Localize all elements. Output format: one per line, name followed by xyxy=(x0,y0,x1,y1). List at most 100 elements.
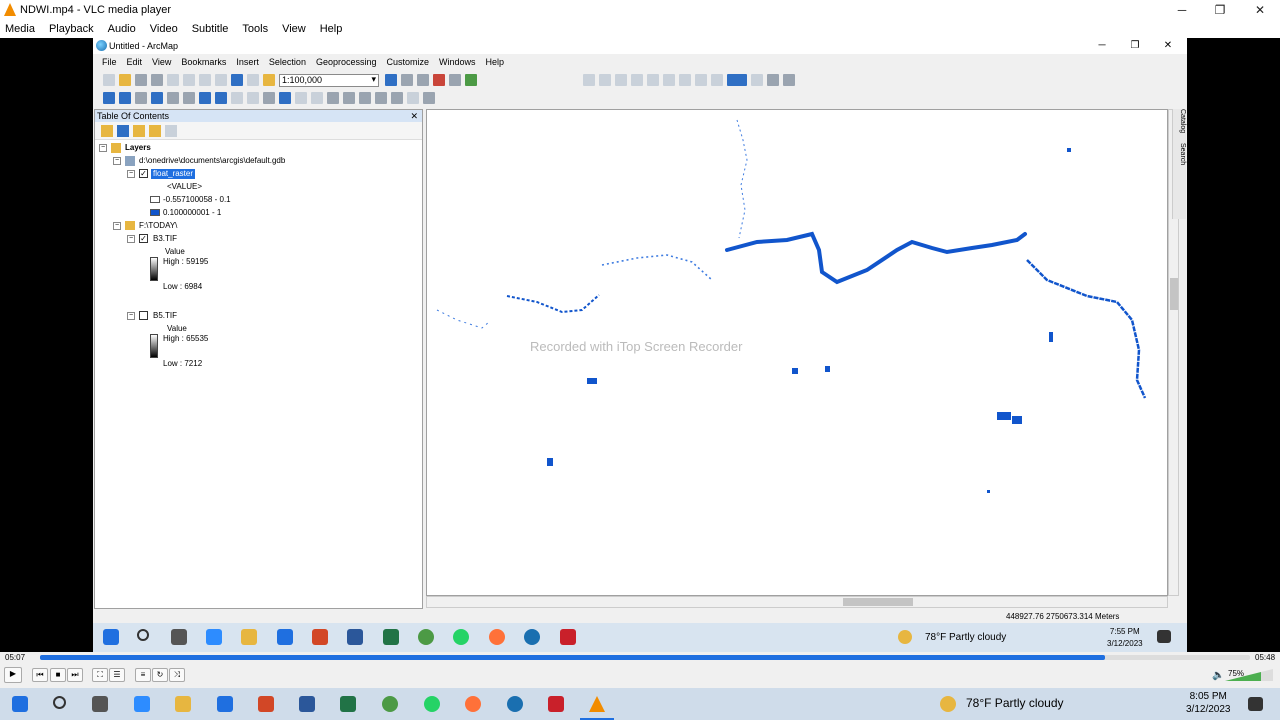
fixed-zoom-out-icon[interactable] xyxy=(183,92,195,104)
arc-menu-edit[interactable]: Edit xyxy=(127,57,143,67)
fullscreen-button[interactable]: ⛶ xyxy=(92,668,108,682)
os-chrome-icon[interactable] xyxy=(382,696,398,712)
search-tab[interactable]: Search xyxy=(1179,143,1186,165)
save-icon[interactable] xyxy=(135,74,147,86)
chrome-icon[interactable] xyxy=(418,629,434,645)
full-extent-icon[interactable] xyxy=(151,92,163,104)
map-canvas[interactable]: Recorded with iTop Screen Recorder xyxy=(426,109,1168,596)
playlist-button[interactable]: ≡ xyxy=(135,668,151,682)
float-raster-checkbox[interactable]: ✓ xyxy=(139,169,148,178)
layout-back-icon[interactable] xyxy=(695,74,707,86)
os-recorder-icon[interactable] xyxy=(548,696,564,712)
find-icon[interactable] xyxy=(343,92,355,104)
menu-subtitle[interactable]: Subtitle xyxy=(192,23,229,35)
tool2-icon[interactable] xyxy=(783,74,795,86)
list-by-drawing-order-icon[interactable] xyxy=(101,124,113,137)
os-clock[interactable]: 8:05 PM 3/12/2023 xyxy=(1186,690,1231,716)
inner-weather-text[interactable]: 78°F Partly cloudy xyxy=(925,632,1006,643)
menu-view[interactable]: View xyxy=(282,23,306,35)
fixed-zoom-in-icon[interactable] xyxy=(167,92,179,104)
hyperlink-icon[interactable] xyxy=(295,92,307,104)
shuffle-button[interactable]: ⤨ xyxy=(169,668,185,682)
b5-layer[interactable]: B5.TIF xyxy=(153,311,177,321)
list-by-source-icon[interactable] xyxy=(117,124,129,137)
gdb-path[interactable]: d:\onedrive\documents\arcgis\default.gdb xyxy=(139,156,285,166)
menu-video[interactable]: Video xyxy=(150,23,178,35)
toc-close-icon[interactable]: ✕ xyxy=(410,110,418,122)
arc-menu-geoprocessing[interactable]: Geoprocessing xyxy=(316,57,377,67)
horizontal-scroll-thumb[interactable] xyxy=(843,598,913,606)
arc-menu-windows[interactable]: Windows xyxy=(439,57,476,67)
notifications-icon[interactable] xyxy=(1157,630,1171,643)
class2-swatch[interactable] xyxy=(150,209,160,216)
search-icon[interactable] xyxy=(137,629,149,641)
minimize-button[interactable]: ─ xyxy=(1162,0,1202,20)
arc-menu-bookmarks[interactable]: Bookmarks xyxy=(181,57,226,67)
python-icon[interactable] xyxy=(449,74,461,86)
maximize-button[interactable]: ❐ xyxy=(1200,0,1240,20)
os-excel-icon[interactable] xyxy=(340,696,356,712)
arc-menu-view[interactable]: View xyxy=(152,57,171,67)
expand-layers-toggle[interactable]: − xyxy=(99,144,107,152)
identify-icon[interactable] xyxy=(279,92,291,104)
extended-settings-button[interactable]: ☰ xyxy=(109,668,125,682)
os-powerpoint-icon[interactable] xyxy=(258,696,274,712)
menu-media[interactable]: Media xyxy=(5,23,35,35)
catalog-tab[interactable]: Catalog xyxy=(1179,109,1186,133)
loop-button[interactable]: ↻ xyxy=(152,668,168,682)
os-file-explorer-icon[interactable] xyxy=(175,696,191,712)
layout-zoom-out-icon[interactable] xyxy=(599,74,611,86)
catalog-window-icon[interactable] xyxy=(417,74,429,86)
layout-forward-icon[interactable] xyxy=(711,74,723,86)
file-explorer-icon[interactable] xyxy=(241,629,257,645)
b3-layer[interactable]: B3.TIF xyxy=(153,234,177,244)
arc-menu-file[interactable]: File xyxy=(102,57,117,67)
b3-ramp[interactable] xyxy=(150,257,158,281)
model-builder-icon[interactable] xyxy=(465,74,477,86)
mail-icon[interactable] xyxy=(277,629,293,645)
weather-icon[interactable] xyxy=(898,630,912,644)
os-weather-icon[interactable] xyxy=(940,696,956,712)
layout-zoom-in-icon[interactable] xyxy=(583,74,595,86)
fill-color-icon[interactable] xyxy=(727,74,747,86)
layout-fixed-zoom-icon[interactable] xyxy=(647,74,659,86)
cut-icon[interactable] xyxy=(167,74,179,86)
select-features-icon[interactable] xyxy=(231,92,243,104)
stop-button[interactable]: ■ xyxy=(50,668,66,682)
os-firefox-icon[interactable] xyxy=(465,696,481,712)
layers-label[interactable]: Layers xyxy=(125,143,151,153)
tool-icon[interactable] xyxy=(767,74,779,86)
layout-grid-icon[interactable] xyxy=(663,74,675,86)
html-popup-icon[interactable] xyxy=(311,92,323,104)
arcmap-task-icon[interactable] xyxy=(524,629,540,645)
layout-page-icon[interactable] xyxy=(679,74,691,86)
time-elapsed[interactable]: 05:07 xyxy=(5,653,25,662)
list-by-visibility-icon[interactable] xyxy=(133,124,145,137)
print-icon[interactable] xyxy=(151,74,163,86)
arcmap-close-button[interactable]: ✕ xyxy=(1151,38,1185,54)
firefox-icon[interactable] xyxy=(489,629,505,645)
seek-bar[interactable] xyxy=(40,655,1250,660)
time-slider-icon[interactable] xyxy=(391,92,403,104)
speaker-icon[interactable]: 🔈 xyxy=(1212,670,1224,681)
os-mail-icon[interactable] xyxy=(217,696,233,712)
layout-pan-icon[interactable] xyxy=(615,74,627,86)
forward-extent-icon[interactable] xyxy=(215,92,227,104)
word-icon[interactable] xyxy=(347,629,363,645)
expand-float-raster-toggle[interactable]: − xyxy=(127,170,135,178)
editor-icon[interactable] xyxy=(385,74,397,86)
b5-ramp[interactable] xyxy=(150,334,158,358)
arctoolbox-icon[interactable] xyxy=(433,74,445,86)
zoom-in-icon[interactable] xyxy=(103,92,115,104)
create-viewer-icon[interactable] xyxy=(423,92,435,104)
os-search-icon[interactable] xyxy=(53,696,66,709)
back-extent-icon[interactable] xyxy=(199,92,211,104)
os-weather-text[interactable]: 78°F Partly cloudy xyxy=(966,696,1064,710)
float-raster-layer[interactable]: float_raster xyxy=(151,169,196,179)
arc-menu-customize[interactable]: Customize xyxy=(387,57,430,67)
add-data-icon[interactable] xyxy=(263,74,275,86)
delete-icon[interactable] xyxy=(215,74,227,86)
recorder-icon[interactable] xyxy=(560,629,576,645)
os-whatsapp-icon[interactable] xyxy=(424,696,440,712)
powerpoint-icon[interactable] xyxy=(312,629,328,645)
